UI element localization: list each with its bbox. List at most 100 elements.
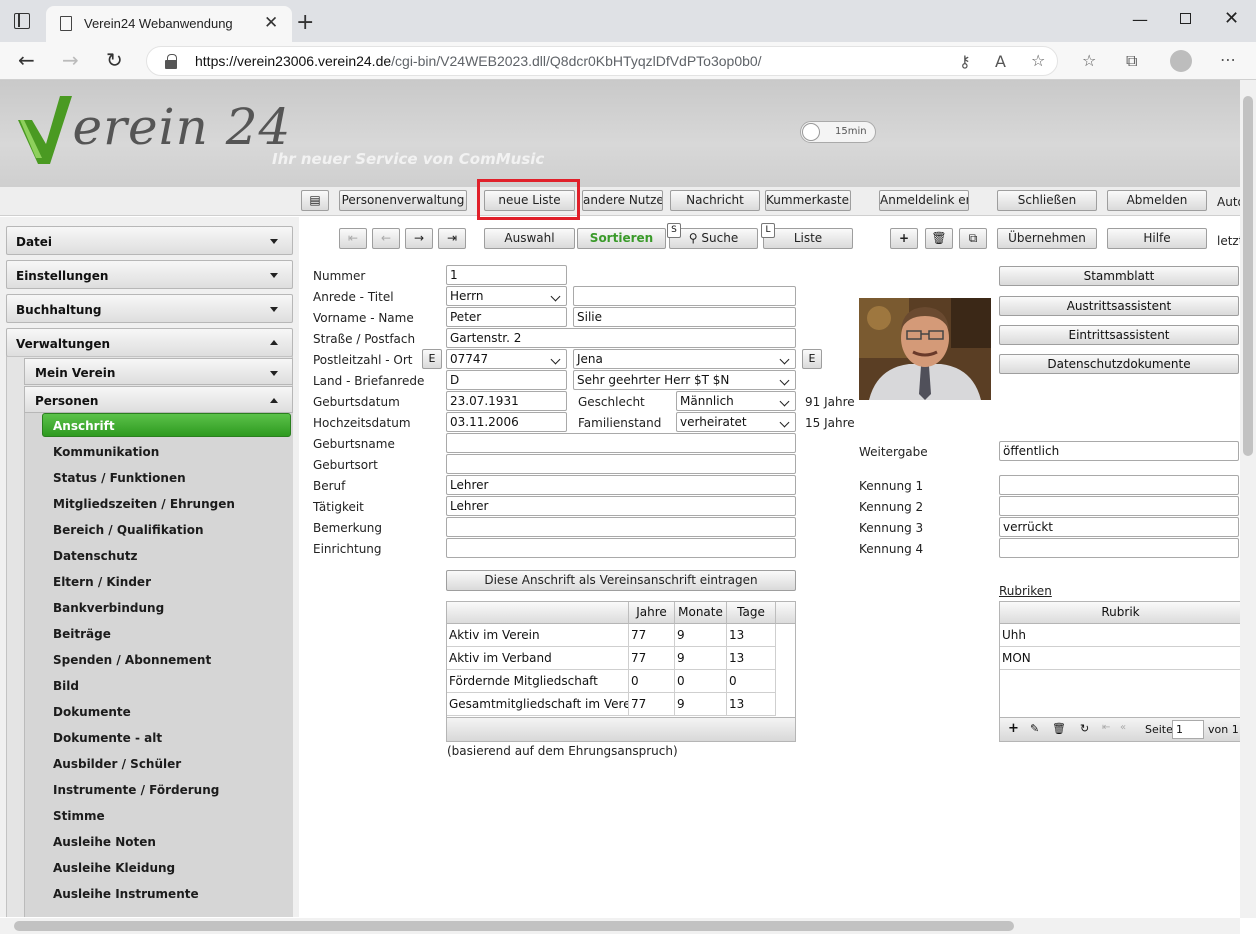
anmeldelink-button[interactable]: Anmeldelink erst <box>879 190 969 211</box>
sidebar-item-stimme[interactable]: Stimme <box>53 809 105 823</box>
first-record-icon[interactable]: ⇤ <box>339 228 367 249</box>
taetigkeit-field[interactable]: Lehrer <box>446 496 796 516</box>
strasse-field[interactable]: Gartenstr. 2 <box>446 328 796 348</box>
nummer-field[interactable]: 1 <box>446 265 567 285</box>
rubriken-link[interactable]: Rubriken <box>999 584 1052 598</box>
sidebar-item-ausleihe-noten[interactable]: Ausleihe Noten <box>53 835 156 849</box>
sidebar-item-bild[interactable]: Bild <box>53 679 79 693</box>
trash-icon[interactable]: 🗑 <box>1052 722 1066 735</box>
weitergabe-field[interactable]: öffentlich <box>999 441 1239 461</box>
sidebar-item-bereich[interactable]: Bereich / Qualifikation <box>53 523 204 537</box>
sidebar-section-buchhaltung[interactable]: Buchhaltung <box>6 294 293 323</box>
sidebar-sub-mein-verein[interactable]: Mein Verein <box>24 358 293 385</box>
menu-icon[interactable]: ▤ <box>301 190 329 211</box>
vereinsanschrift-button[interactable]: Diese Anschrift als Vereinsanschrift ein… <box>446 570 796 591</box>
browser-tab[interactable]: Verein24 Webanwendung ✕ <box>46 6 292 42</box>
sidebar-item-status[interactable]: Status / Funktionen <box>53 471 186 485</box>
tab-actions-icon[interactable] <box>14 13 30 29</box>
rubrik-row[interactable]: Uhh <box>1000 624 1241 647</box>
andere-nutzer-button[interactable]: andere Nutzer <box>582 190 663 211</box>
url-field[interactable]: https://verein23006.verein24.de/cgi-bin/… <box>146 46 1058 76</box>
last-record-icon[interactable]: ⇥ <box>438 228 466 249</box>
beruf-field[interactable]: Lehrer <box>446 475 796 495</box>
sidebar-section-einstellungen[interactable]: Einstellungen <box>6 260 293 289</box>
sidebar-item-instrumente[interactable]: Instrumente / Förderung <box>53 783 219 797</box>
next-record-icon[interactable]: → <box>405 228 433 249</box>
prev-record-icon[interactable]: ← <box>372 228 400 249</box>
sidebar-item-anschrift[interactable]: Anschrift <box>42 413 291 437</box>
back-icon[interactable]: ← <box>18 48 35 72</box>
sidebar-item-kommunikation[interactable]: Kommunikation <box>53 445 159 459</box>
prev-page-icon[interactable]: « <box>1120 722 1126 733</box>
datenschutzdokumente-button[interactable]: Datenschutzdokumente <box>999 354 1239 374</box>
auswahl-button[interactable]: Auswahl <box>484 228 575 249</box>
edit-icon[interactable]: ✎ <box>1030 722 1039 735</box>
kennung-2-field[interactable] <box>999 496 1239 516</box>
stammblatt-button[interactable]: Stammblatt <box>999 266 1239 286</box>
profile-avatar[interactable] <box>1170 50 1192 72</box>
plz-select[interactable]: 07747 <box>446 349 567 369</box>
sidebar-item-bankverbindung[interactable]: Bankverbindung <box>53 601 164 615</box>
sidebar-item-mitgliedszeiten[interactable]: Mitgliedszeiten / Ehrungen <box>53 497 235 511</box>
sidebar-item-spenden[interactable]: Spenden / Abonnement <box>53 653 211 667</box>
sortieren-button[interactable]: Sortieren <box>577 228 666 249</box>
first-page-icon[interactable]: ⇤ <box>1102 722 1110 733</box>
sidebar-section-datei[interactable]: Datei <box>6 226 293 255</box>
read-aloud-icon[interactable]: A <box>995 52 1006 71</box>
sidebar-section-verwaltungen[interactable]: Verwaltungen <box>6 328 293 357</box>
ort-edit-button[interactable]: E <box>802 349 822 369</box>
delete-record-icon[interactable]: 🗑 <box>925 228 953 249</box>
kummerkasten-button[interactable]: Kummerkasten <box>765 190 851 211</box>
favorite-add-icon[interactable]: ☆ <box>1031 51 1045 70</box>
maximize-icon[interactable] <box>1180 13 1191 24</box>
collections-icon[interactable]: ⧉ <box>1126 51 1137 71</box>
einrichtung-field[interactable] <box>446 538 796 558</box>
kennung-3-field[interactable]: verrückt <box>999 517 1239 537</box>
nachricht-button[interactable]: Nachricht <box>670 190 760 211</box>
uebernehmen-button[interactable]: Übernehmen <box>997 228 1097 249</box>
more-menu-icon[interactable]: ⋯ <box>1220 50 1236 69</box>
ort-select[interactable]: Jena <box>573 349 796 369</box>
key-icon[interactable]: ⚷ <box>959 52 971 71</box>
name-field[interactable]: Silie <box>573 307 796 327</box>
bemerkung-field[interactable] <box>446 517 796 537</box>
plz-edit-button[interactable]: E <box>422 349 442 369</box>
familienstand-select[interactable]: verheiratet <box>676 412 796 432</box>
close-window-icon[interactable]: ✕ <box>1224 8 1239 29</box>
favorites-icon[interactable]: ☆ <box>1082 51 1096 70</box>
minimize-icon[interactable]: — <box>1132 10 1148 29</box>
hilfe-button[interactable]: Hilfe <box>1107 228 1207 249</box>
personenverwaltung-button[interactable]: Personenverwaltung <box>339 190 467 211</box>
sidebar-item-beitraege[interactable]: Beiträge <box>53 627 111 641</box>
sidebar-sub-personen[interactable]: Personen <box>24 386 293 413</box>
geburtsname-field[interactable] <box>446 433 796 453</box>
sidebar-item-ausbilder[interactable]: Ausbilder / Schüler <box>53 757 181 771</box>
reload-icon[interactable]: ↻ <box>106 48 123 72</box>
geschlecht-select[interactable]: Männlich <box>676 391 796 411</box>
sidebar-item-dokumente[interactable]: Dokumente <box>53 705 131 719</box>
titel-field[interactable] <box>573 286 796 306</box>
add-icon[interactable]: + <box>1008 721 1019 736</box>
close-tab-icon[interactable]: ✕ <box>264 13 278 33</box>
liste-button[interactable]: Liste <box>763 228 853 249</box>
eintrittsassistent-button[interactable]: Eintrittsassistent <box>999 325 1239 345</box>
sidebar-item-eltern[interactable]: Eltern / Kinder <box>53 575 151 589</box>
geburtsdatum-field[interactable]: 23.07.1931 <box>446 391 567 411</box>
briefanrede-select[interactable]: Sehr geehrter Herr $T $N <box>573 370 796 390</box>
forward-icon[interactable]: → <box>62 48 79 72</box>
suche-button[interactable]: ⚲ Suche <box>669 228 758 249</box>
sidebar-item-ausleihe-kleidung[interactable]: Ausleihe Kleidung <box>53 861 175 875</box>
austrittsassistent-button[interactable]: Austrittsassistent <box>999 296 1239 316</box>
kennung-4-field[interactable] <box>999 538 1239 558</box>
vorname-field[interactable]: Peter <box>446 307 567 327</box>
vertical-scroll-thumb[interactable] <box>1243 96 1253 456</box>
copy-record-icon[interactable]: ⧉ <box>959 228 987 249</box>
land-field[interactable]: D <box>446 370 567 390</box>
refresh-icon[interactable]: ↻ <box>1080 722 1089 735</box>
add-record-icon[interactable]: + <box>890 228 918 249</box>
anrede-select[interactable]: Herrn <box>446 286 567 306</box>
new-tab-icon[interactable]: + <box>296 10 314 35</box>
horizontal-scroll-thumb[interactable] <box>14 921 1014 931</box>
rubrik-row[interactable]: MON <box>1000 647 1241 670</box>
sidebar-item-dokumente-alt[interactable]: Dokumente - alt <box>53 731 162 745</box>
